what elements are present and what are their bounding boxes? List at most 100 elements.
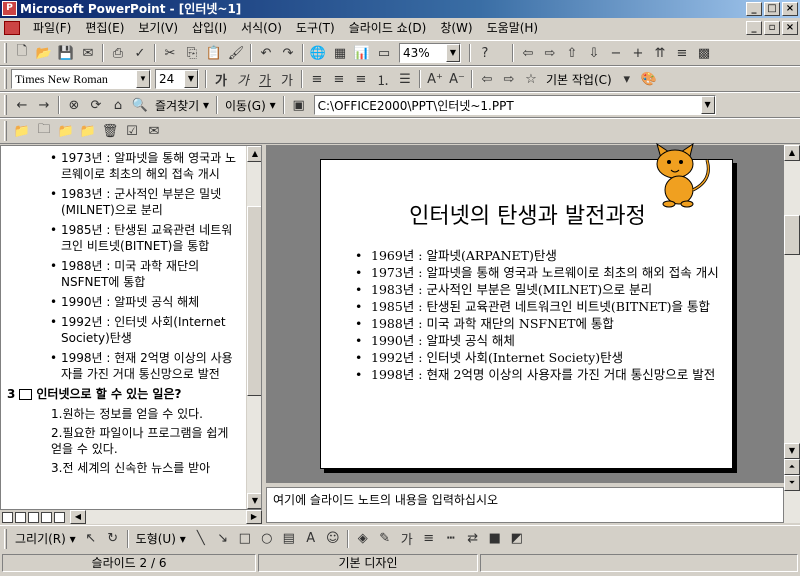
outline-bullet[interactable]: 1985년 : 탄생된 교육관련 네트워크인 비트넷(BITNET)을 통합 <box>1 222 247 254</box>
outline-slide-title[interactable]: 3 인터넷으로 할 수 있는 일은? <box>1 386 247 402</box>
address-field[interactable]: C:\OFFICE2000\PPT\인터넷~1.PPT ▼ <box>313 95 716 115</box>
next-slide-icon[interactable]: ⏷ <box>784 475 800 491</box>
scroll-up-icon[interactable]: ▲ <box>247 146 261 162</box>
menu-format[interactable]: 서식(O) <box>234 18 289 38</box>
clipart-icon[interactable]: ☺ <box>322 528 344 550</box>
outline-bullet[interactable]: 1983년 : 군사적인 부분은 밀넷(MILNET)으로 분리 <box>1 186 247 218</box>
line-color-icon[interactable]: ✎ <box>374 528 396 550</box>
open-icon[interactable]: 📂 <box>33 42 55 64</box>
scroll-down-icon[interactable]: ▼ <box>247 493 261 509</box>
arrow-icon[interactable]: ↘ <box>212 528 234 550</box>
menu-slideshow[interactable]: 슬라이드 쇼(D) <box>342 18 434 38</box>
outline-bullet[interactable]: 1988년 : 미국 과학 재단의 NSFNET에 통합 <box>1 258 247 290</box>
chevron-down-icon[interactable]: ▼ <box>446 44 460 62</box>
3d-icon[interactable]: ◩ <box>506 528 528 550</box>
email-icon[interactable]: ✉ <box>77 42 99 64</box>
scroll-left-icon[interactable]: ◀ <box>70 510 86 524</box>
print-icon[interactable]: ⎙ <box>107 42 129 64</box>
arrow-style-icon[interactable]: ⇄ <box>462 528 484 550</box>
previous-comment-icon[interactable]: 📁 <box>55 120 77 142</box>
bullets-icon[interactable]: ☰ <box>394 68 416 90</box>
new-icon[interactable]: 🗋 <box>11 42 33 64</box>
forward-icon[interactable]: → <box>33 94 55 116</box>
autoshapes-button[interactable]: 도형(U) ▾ <box>132 528 190 550</box>
normal-view-icon[interactable] <box>2 511 13 523</box>
shadow-icon[interactable]: ■ <box>484 528 506 550</box>
arrow-up-icon[interactable]: ⇧ <box>561 42 583 64</box>
menu-view[interactable]: 보기(V) <box>131 18 185 38</box>
menu-help[interactable]: 도움말(H) <box>480 18 546 38</box>
select-arrow-icon[interactable]: ↖ <box>80 528 102 550</box>
stop-icon[interactable]: ⊗ <box>63 94 85 116</box>
promote-icon[interactable]: ⇦ <box>476 68 498 90</box>
arrow-down-icon[interactable]: ⇩ <box>583 42 605 64</box>
insert-comment-icon[interactable]: 📁 <box>11 120 33 142</box>
refresh-icon[interactable]: ⟳ <box>85 94 107 116</box>
new-slide-icon[interactable]: ▭ <box>373 42 395 64</box>
slide-title[interactable]: 인터넷의 탄생과 발전과정 <box>321 198 734 230</box>
wordart-icon[interactable]: A <box>300 528 322 550</box>
outline-item[interactable]: 2.필요한 파일이나 프로그램을 쉽게 얻을 수 있다. <box>1 425 247 457</box>
format-painter-icon[interactable]: 🖌 <box>225 42 247 64</box>
delete-comment-icon[interactable]: 🗑 <box>99 120 121 142</box>
free-rotate-icon[interactable]: ↻ <box>102 528 124 550</box>
save-icon[interactable]: 💾 <box>55 42 77 64</box>
redo-icon[interactable]: ↷ <box>277 42 299 64</box>
oval-icon[interactable]: ○ <box>256 528 278 550</box>
document-icon[interactable] <box>4 21 20 35</box>
slide-sorter-icon[interactable] <box>41 511 52 523</box>
slide-body[interactable]: 1969년 : 알파넷(ARPANET)탄생 1973년 : 알파넷을 통해 영… <box>355 248 725 384</box>
fill-color-icon[interactable]: 🎨 <box>638 68 660 90</box>
tables-icon[interactable]: ▦ <box>329 42 351 64</box>
hyperlink-icon[interactable]: 🌐 <box>307 42 329 64</box>
scroll-up-icon[interactable]: ▲ <box>784 145 800 161</box>
slide-view-icon[interactable] <box>28 511 39 523</box>
slide-show-icon[interactable] <box>54 511 65 523</box>
home-icon[interactable]: ⌂ <box>107 94 129 116</box>
show-formatting-icon[interactable]: ≡ <box>671 42 693 64</box>
doc-restore-button[interactable]: ▫ <box>764 21 780 35</box>
dash-style-icon[interactable]: ┅ <box>440 528 462 550</box>
summary-slide-icon[interactable]: ⇈ <box>649 42 671 64</box>
numbering-icon[interactable]: ⒈ <box>372 68 394 90</box>
chevron-down-icon[interactable]: ▼ <box>136 70 150 88</box>
outline-bullet[interactable]: 1998년 : 현재 2억명 이상의 사용자를 가진 거대 통신망으로 발전 <box>1 350 247 382</box>
expand-icon[interactable]: + <box>627 42 649 64</box>
outline-pane[interactable]: 1973년 : 알파넷을 통해 영국과 노르웨이로 최초의 해외 접속 개시 1… <box>0 145 262 510</box>
scroll-thumb[interactable] <box>784 215 800 255</box>
italic-button[interactable]: 가 <box>232 68 254 90</box>
scroll-right-icon[interactable]: ▶ <box>246 510 262 524</box>
next-comment-icon[interactable]: 📁 <box>77 120 99 142</box>
rectangle-icon[interactable]: □ <box>234 528 256 550</box>
line-icon[interactable]: ╲ <box>190 528 212 550</box>
slide[interactable]: 인터넷의 탄생과 발전과정 1969년 : 알파넷(ARPANET)탄생 197… <box>320 142 734 469</box>
close-button[interactable]: × <box>782 2 798 16</box>
arrow-right-icon[interactable]: ⇨ <box>539 42 561 64</box>
help-icon[interactable]: ? <box>474 42 496 64</box>
spellcheck-icon[interactable]: ✓ <box>129 42 151 64</box>
outline-item[interactable]: 1.원하는 정보를 얻을 수 있다. <box>1 406 247 422</box>
show-comments-icon[interactable]: 🗀 <box>33 120 55 142</box>
outline-scrollbar[interactable]: ▲ ▼ <box>246 146 261 509</box>
common-tasks-button[interactable]: 기본 작업(C) <box>542 68 616 90</box>
back-icon[interactable]: ← <box>11 94 33 116</box>
align-center-icon[interactable]: ≡ <box>328 68 350 90</box>
decrease-font-icon[interactable]: A⁻ <box>446 68 468 90</box>
scroll-down-icon[interactable]: ▼ <box>784 443 800 459</box>
draw-menu-button[interactable]: 그리기(R) ▾ <box>11 528 80 550</box>
menu-file[interactable]: 파일(F) <box>26 18 78 38</box>
outline-item[interactable]: 3.전 세계의 신속한 뉴스를 받아 <box>1 460 247 476</box>
favorites-button[interactable]: 즐겨찾기 ▾ <box>151 94 213 116</box>
slide-scrollbar[interactable]: ▲ ▼ ⏶ ⏷ <box>784 145 800 523</box>
zoom-select[interactable]: 43% ▼ <box>399 43 461 63</box>
cut-icon[interactable]: ✂ <box>159 42 181 64</box>
line-style-icon[interactable]: ≡ <box>418 528 440 550</box>
slide-icon[interactable] <box>19 388 33 400</box>
bold-button[interactable]: 가 <box>210 68 232 90</box>
search-web-icon[interactable]: 🔍 <box>129 94 151 116</box>
show-only-web-toolbar-icon[interactable]: ▣ <box>288 94 310 116</box>
copy-icon[interactable]: ⎘ <box>181 42 203 64</box>
arrow-left-icon[interactable]: ⇦ <box>517 42 539 64</box>
font-select[interactable]: Times New Roman ▼ <box>11 69 151 89</box>
menu-window[interactable]: 창(W) <box>433 18 479 38</box>
